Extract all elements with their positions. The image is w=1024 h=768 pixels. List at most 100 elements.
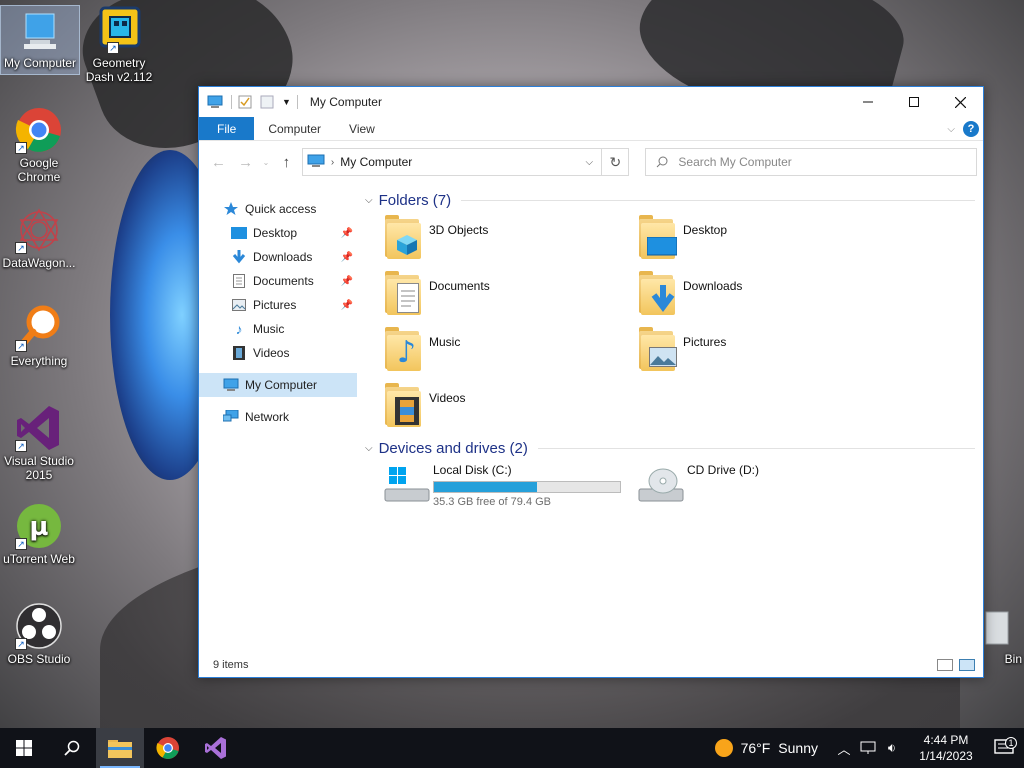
search-button[interactable] [48, 728, 96, 768]
desktop-icon-visual-studio[interactable]: ↗ Visual Studio 2015 [0, 404, 78, 482]
search-input[interactable]: Search My Computer [645, 148, 977, 176]
desktop-icon-datawagon[interactable]: ↗ DataWagon... [0, 206, 78, 270]
search-placeholder: Search My Computer [678, 155, 792, 169]
help-icon[interactable]: ? [963, 121, 979, 137]
geometry-dash-icon: ↗ [95, 6, 143, 54]
drive-tile-d[interactable]: CD Drive (D:) [637, 459, 891, 515]
minimize-button[interactable] [845, 87, 891, 117]
nav-desktop[interactable]: Desktop 📌 [199, 221, 357, 245]
nav-label: Music [253, 322, 285, 336]
weather-widget[interactable]: 76°F Sunny [714, 739, 818, 757]
details-view-button[interactable] [937, 659, 953, 671]
breadcrumb-item[interactable]: My Computer [340, 155, 412, 169]
folder-pictures-icon [637, 327, 681, 371]
devices-group-header[interactable]: ⌵ Devices and drives (2) [365, 437, 975, 459]
drive-name: Local Disk (C:) [433, 463, 512, 477]
address-dropdown-icon[interactable]: ⌵ [577, 157, 601, 168]
tile-label: Music [429, 335, 461, 349]
new-folder-icon[interactable] [260, 95, 276, 109]
maximize-button[interactable] [891, 87, 937, 117]
nav-label: Documents [253, 274, 314, 288]
weather-condition: Sunny [778, 740, 818, 756]
large-icons-view-button[interactable] [959, 659, 975, 671]
notification-badge: 1 [1005, 737, 1017, 749]
nav-pictures[interactable]: Pictures 📌 [199, 293, 357, 317]
breadcrumb-separator-icon[interactable]: › [331, 157, 334, 168]
chevron-down-icon[interactable]: ⌵ [365, 195, 373, 206]
drive-tile-c[interactable]: Local Disk (C:) 35.3 GB free of 79.4 GB [383, 459, 637, 515]
folder-icon [108, 740, 132, 758]
folder-tile-videos[interactable]: Videos [383, 379, 637, 435]
desktop-icon-google-chrome[interactable]: ↗ Google Chrome [0, 106, 78, 184]
up-button[interactable]: ↑ [273, 148, 300, 176]
folder-tile-documents[interactable]: Documents [383, 267, 637, 323]
nav-my-computer[interactable]: My Computer [199, 373, 357, 397]
tab-view[interactable]: View [335, 117, 389, 140]
close-button[interactable] [937, 87, 983, 117]
pin-icon[interactable]: 📌 [341, 276, 353, 287]
computer-icon [307, 154, 325, 171]
folder-documents-icon [383, 271, 427, 315]
item-count: 9 items [213, 659, 249, 671]
network-icon[interactable] [856, 741, 880, 755]
nav-quick-access[interactable]: Quick access [199, 197, 357, 221]
desktop-icon-obs-studio[interactable]: ↗ OBS Studio [0, 602, 78, 666]
properties-icon[interactable] [238, 95, 254, 109]
customize-quick-access-icon[interactable]: ▼ [282, 97, 291, 107]
download-arrow-icon [231, 249, 247, 265]
drive-name: CD Drive (D:) [687, 463, 759, 477]
forward-button[interactable]: → [232, 148, 259, 176]
start-button[interactable] [0, 728, 48, 768]
folder-tile-downloads[interactable]: Downloads [637, 267, 891, 323]
recent-locations-button[interactable]: ⌄ [259, 148, 273, 176]
desktop-icon-label: Google Chrome [17, 156, 61, 184]
taskbar-file-explorer[interactable] [96, 728, 144, 768]
volume-icon[interactable]: 🔉︎ [880, 740, 904, 756]
tile-label: Desktop [683, 223, 728, 237]
nav-network[interactable]: Network [199, 405, 357, 429]
hard-drive-icon [383, 461, 431, 509]
folder-tile-desktop[interactable]: Desktop [637, 211, 891, 267]
folders-group-header[interactable]: ⌵ Folders (7) [365, 189, 975, 211]
address-bar[interactable]: › My Computer ⌵ [301, 148, 603, 176]
folder-tile-pictures[interactable]: Pictures [637, 323, 891, 379]
desktop-icon-label: Visual Studio 2015 [4, 454, 74, 482]
nav-label: My Computer [245, 378, 318, 392]
nav-videos[interactable]: Videos [199, 341, 357, 365]
notification-center-button[interactable]: 1 [984, 737, 1024, 757]
tab-computer[interactable]: Computer [254, 117, 335, 140]
folder-videos-icon [383, 383, 427, 427]
windows-logo-icon [16, 740, 32, 756]
pin-icon[interactable]: 📌 [341, 252, 353, 263]
title-bar[interactable]: ▼ My Computer [199, 87, 983, 117]
taskbar-chrome[interactable] [144, 728, 192, 768]
nav-downloads[interactable]: Downloads 📌 [199, 245, 357, 269]
taskbar: 76°F Sunny ︿ 🔉︎ 4:44 PM 1/14/2023 1 [0, 728, 1024, 768]
refresh-button[interactable]: ↻ [602, 148, 630, 176]
navigation-pane: Quick access Desktop 📌 Downloads 📌 Docum… [199, 183, 357, 651]
content-pane: ⌵ Folders (7) 3D Objects Desktop Documen… [357, 183, 983, 651]
music-note-icon: ♪ [235, 321, 243, 337]
expand-ribbon-icon[interactable]: ⌵ [947, 124, 955, 135]
desktop-icon-utorrent[interactable]: µ ↗ uTorrent Web [0, 502, 78, 566]
pin-icon[interactable]: 📌 [341, 228, 353, 239]
clock-date: 1/14/2023 [919, 749, 973, 763]
drive-usage-bar [433, 481, 621, 493]
nav-music[interactable]: ♪ Music [199, 317, 357, 341]
folder-tile-music[interactable]: ♪ Music [383, 323, 637, 379]
taskbar-visual-studio[interactable] [192, 728, 240, 768]
tab-file[interactable]: File [199, 117, 255, 140]
chevron-down-icon[interactable]: ⌵ [365, 443, 373, 454]
pin-icon[interactable]: 📌 [341, 300, 353, 311]
show-hidden-icons-button[interactable]: ︿ [832, 739, 856, 758]
desktop-icon-geometry-dash[interactable]: ↗ Geometry Dash v2.112 [80, 6, 158, 84]
back-button[interactable]: ← [205, 148, 232, 176]
desktop-icon-my-computer[interactable]: My Computer [0, 5, 80, 75]
clock[interactable]: 4:44 PM 1/14/2023 [908, 732, 984, 764]
desktop-icon-label: My Computer [3, 56, 77, 70]
nav-documents[interactable]: Documents 📌 [199, 269, 357, 293]
folder-tile-3d-objects[interactable]: 3D Objects [383, 211, 637, 267]
group-title: Devices and drives (2) [378, 439, 528, 457]
explorer-window: ▼ My Computer File Computer View ⌵ ? ← →… [198, 86, 984, 678]
desktop-icon-everything[interactable]: ↗ Everything [0, 304, 78, 368]
